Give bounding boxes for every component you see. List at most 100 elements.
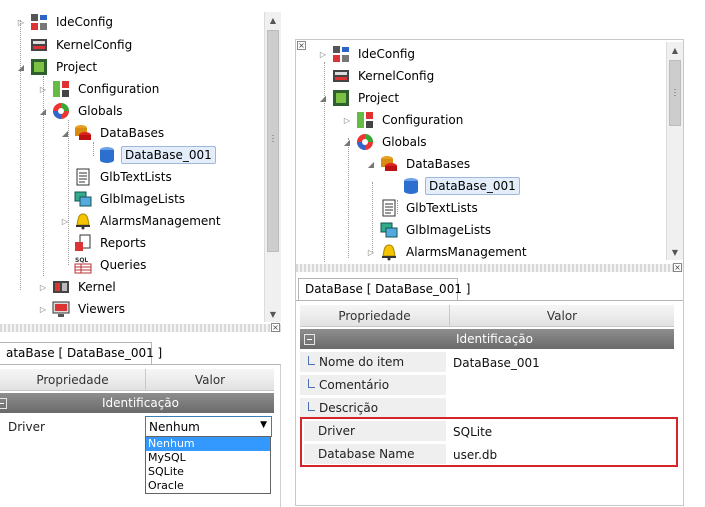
tree-item-database-001[interactable]: DataBase_001 bbox=[388, 176, 520, 196]
expand-icon[interactable]: ▷ bbox=[38, 84, 48, 94]
scroll-down-arrow-icon[interactable]: ▼ bbox=[265, 306, 281, 322]
category-label: Identificação bbox=[102, 396, 179, 410]
property-value-comentario[interactable] bbox=[449, 375, 673, 396]
globals-icon bbox=[356, 133, 374, 151]
expand-icon[interactable]: ▷ bbox=[16, 17, 26, 27]
viewers-icon bbox=[52, 300, 70, 318]
tree-item-kernelconfig[interactable]: KernelConfig bbox=[16, 35, 135, 55]
tree-item-configuration[interactable]: ▷ Configuration bbox=[342, 110, 466, 130]
tree-item-globals[interactable]: ◢ Globals bbox=[342, 132, 430, 152]
tree-item-kernelconfig[interactable]: KernelConfig bbox=[318, 66, 437, 86]
tree-item-globals[interactable]: ◢ Globals bbox=[38, 101, 126, 121]
kernel-icon bbox=[52, 278, 70, 296]
collapse-box-icon[interactable] bbox=[0, 397, 7, 409]
category-identificacao[interactable]: Identificação bbox=[300, 329, 674, 349]
collapse-icon[interactable]: ◢ bbox=[366, 159, 376, 169]
scroll-thumb[interactable] bbox=[669, 60, 681, 126]
tree-item-label: AlarmsManagement bbox=[406, 245, 527, 259]
left-properties-tab[interactable]: ataBase [ DataBase_001 ] bbox=[0, 342, 162, 364]
tree-item-label: DataBase_001 bbox=[121, 146, 216, 164]
tree-item-databases[interactable]: ◢ DataBases bbox=[366, 154, 473, 174]
tree-item-label: Viewers bbox=[78, 302, 126, 316]
right-tree-scrollbar[interactable]: ▲ ▼ bbox=[666, 42, 683, 260]
tree-item-queries[interactable]: SQL Queries bbox=[60, 255, 149, 275]
tree-item-ideconfig[interactable]: ▷ IdeConfig bbox=[16, 12, 116, 32]
property-value-nome-do-item[interactable]: DataBase_001 bbox=[449, 352, 673, 373]
collapse-icon[interactable]: ◢ bbox=[38, 106, 48, 116]
globals-icon bbox=[52, 102, 70, 120]
tree-item-databases[interactable]: ◢ DataBases bbox=[60, 123, 167, 143]
scroll-down-arrow-icon[interactable]: ▼ bbox=[667, 244, 683, 260]
text-lists-icon bbox=[74, 168, 92, 186]
tree-item-label: Queries bbox=[100, 258, 147, 272]
databases-icon bbox=[380, 155, 398, 173]
expand-icon[interactable]: ▷ bbox=[318, 49, 328, 59]
collapse-icon[interactable]: ◢ bbox=[16, 62, 26, 72]
option-nenhum[interactable]: Nenhum bbox=[146, 437, 270, 451]
tree-item-label: Globals bbox=[382, 135, 427, 149]
expand-icon[interactable]: ▷ bbox=[342, 115, 352, 125]
tree-item-configuration[interactable]: ▷ Configuration bbox=[38, 79, 162, 99]
close-icon[interactable]: × bbox=[297, 41, 306, 50]
chevron-down-icon[interactable]: ▼ bbox=[260, 420, 267, 430]
left-tree-scrollbar[interactable]: ▲ ▼ bbox=[264, 12, 281, 322]
option-mysql[interactable]: MySQL bbox=[146, 451, 270, 465]
tree-item-label: GlbTextLists bbox=[406, 201, 478, 215]
expand-icon[interactable]: ▷ bbox=[38, 282, 48, 292]
tree-item-ideconfig[interactable]: ▷ IdeConfig bbox=[318, 44, 418, 64]
tree-item-alarmsmanagement[interactable]: ▷ AlarmsManagement bbox=[366, 242, 530, 262]
tree-item-reports[interactable]: Reports bbox=[60, 233, 149, 253]
tree-item-project[interactable]: ◢ Project bbox=[16, 57, 100, 77]
collapse-icon[interactable]: ◢ bbox=[60, 128, 70, 138]
right-splitter[interactable] bbox=[296, 264, 683, 272]
alarm-bell-icon bbox=[380, 243, 398, 261]
driver-select[interactable]: Nenhum ▼ bbox=[145, 416, 272, 437]
child-connector-icon bbox=[308, 355, 315, 365]
category-identificacao[interactable]: Identificação bbox=[0, 393, 274, 413]
tree-item-glbtextlists[interactable]: GlbTextLists bbox=[60, 167, 175, 187]
expand-icon[interactable]: ▷ bbox=[38, 304, 48, 314]
tree-item-glbimagelists[interactable]: GlbImageLists bbox=[60, 189, 188, 209]
tree-item-kernel[interactable]: ▷ Kernel bbox=[38, 277, 119, 297]
expand-icon[interactable]: ▷ bbox=[60, 216, 70, 226]
tree-item-viewers[interactable]: ▷ Viewers bbox=[38, 299, 128, 319]
tree-item-glbtextlists[interactable]: GlbTextLists bbox=[366, 198, 481, 218]
configuration-icon bbox=[52, 80, 70, 98]
scroll-thumb[interactable] bbox=[267, 30, 279, 252]
option-oracle[interactable]: Oracle bbox=[146, 479, 270, 493]
tree-item-database-001[interactable]: DataBase_001 bbox=[84, 145, 216, 165]
header-property: Propriedade bbox=[300, 305, 450, 327]
driver-dropdown-list[interactable]: Nenhum MySQL SQLite Oracle bbox=[145, 436, 271, 494]
svg-text:SQL: SQL bbox=[75, 257, 88, 264]
scroll-up-arrow-icon[interactable]: ▲ bbox=[265, 12, 281, 28]
tree-item-glbimagelists[interactable]: GlbImageLists bbox=[366, 220, 494, 240]
option-sqlite[interactable]: SQLite bbox=[146, 465, 270, 479]
right-property-grid: Propriedade Valor Identificação Nome do … bbox=[296, 300, 683, 506]
scroll-up-arrow-icon[interactable]: ▲ bbox=[667, 42, 683, 58]
driver-selected-value: Nenhum bbox=[149, 419, 200, 434]
collapse-box-icon[interactable] bbox=[304, 333, 315, 345]
child-connector-icon bbox=[308, 401, 315, 411]
expand-icon[interactable]: ▷ bbox=[366, 247, 376, 257]
close-icon[interactable]: × bbox=[673, 263, 682, 272]
left-splitter[interactable] bbox=[0, 324, 281, 332]
tree-item-label: GlbImageLists bbox=[100, 192, 186, 206]
property-value-descricao[interactable] bbox=[449, 398, 673, 419]
database-icon bbox=[402, 177, 420, 195]
tree-item-label: Project bbox=[358, 91, 400, 105]
tree-item-alarmsmanagement[interactable]: ▷ AlarmsManagement bbox=[60, 211, 224, 231]
property-name-descricao: Descrição bbox=[300, 398, 446, 419]
header-property: Propriedade bbox=[0, 369, 146, 391]
kernel-config-icon bbox=[30, 36, 48, 54]
right-properties-tab[interactable]: DataBase [ DataBase_001 ] bbox=[298, 278, 470, 300]
image-lists-icon bbox=[74, 190, 92, 208]
tree-item-label: Globals bbox=[78, 104, 123, 118]
tree-item-project[interactable]: ◢ Project bbox=[318, 88, 402, 108]
database-icon bbox=[98, 146, 116, 164]
tree-item-label: IdeConfig bbox=[358, 47, 416, 61]
close-icon[interactable]: × bbox=[271, 323, 280, 332]
collapse-icon[interactable]: ◢ bbox=[342, 137, 352, 147]
highlight-box bbox=[300, 417, 678, 467]
collapse-icon[interactable]: ◢ bbox=[318, 93, 328, 103]
tree-item-label: Project bbox=[56, 60, 98, 74]
